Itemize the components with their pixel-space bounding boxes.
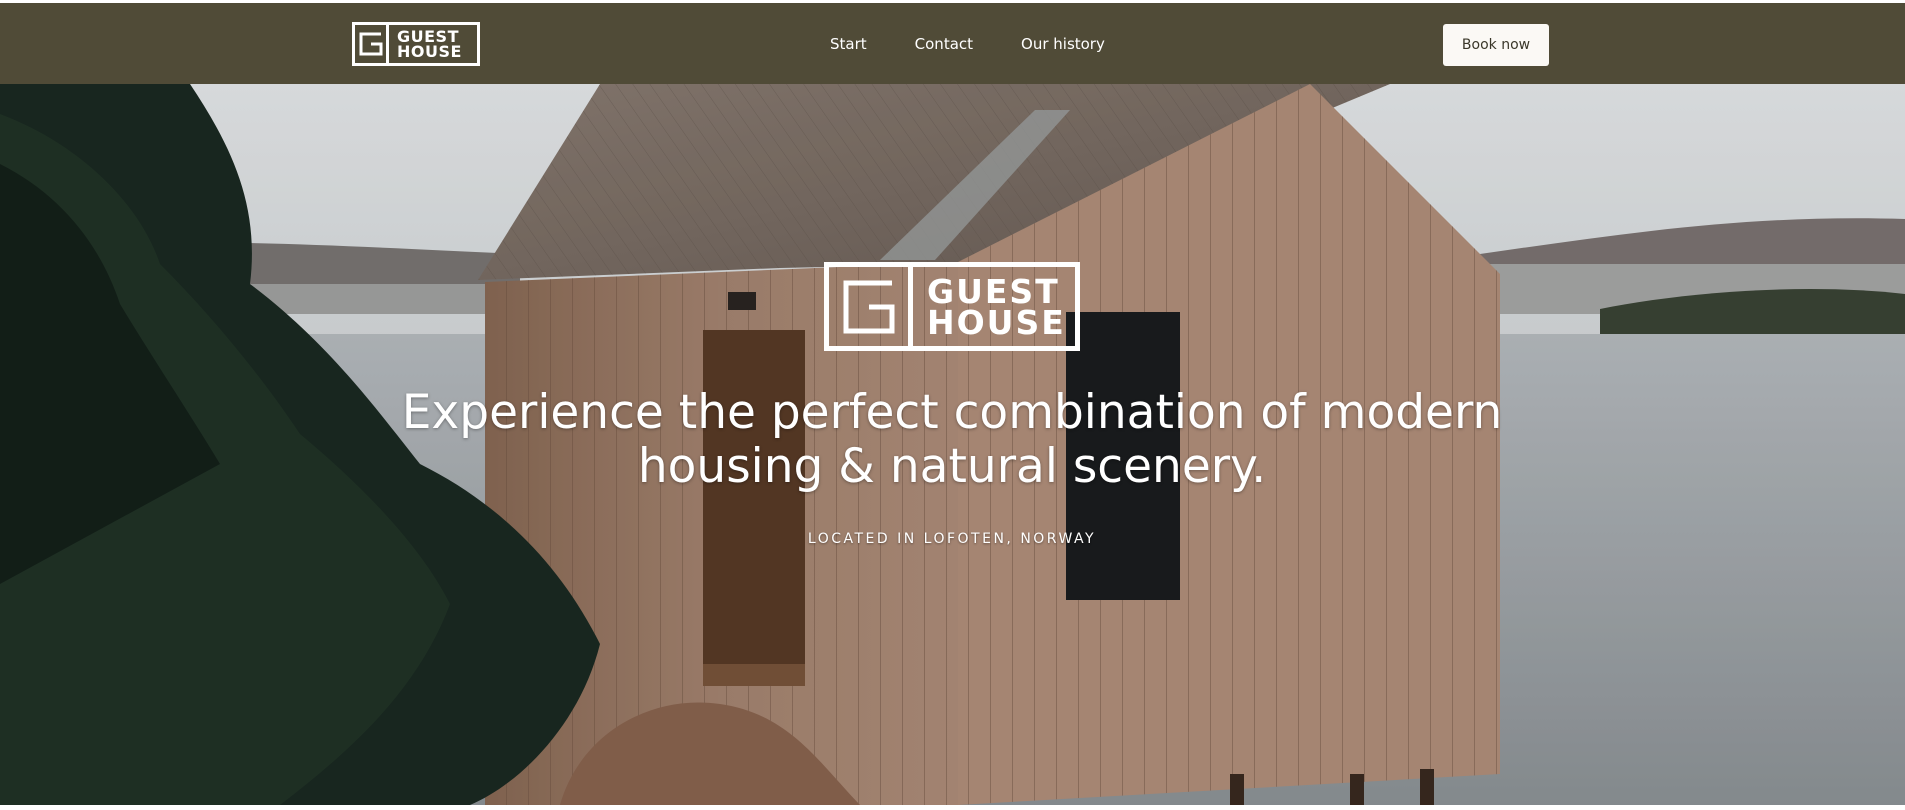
hero-location: LOCATED IN LOFOTEN, NORWAY <box>807 531 1097 547</box>
hero-logo: GUEST HOUSE <box>824 262 1080 351</box>
nav-our-history[interactable]: Our history <box>1021 35 1105 53</box>
book-now-button[interactable]: Book now <box>1443 24 1549 66</box>
hero-logo-g-icon <box>829 267 913 346</box>
main-nav: Start Contact Our history <box>830 35 1105 53</box>
header-logo[interactable]: GUEST HOUSE <box>352 22 480 66</box>
hero-logo-line-2: HOUSE <box>927 302 1066 342</box>
site-header: GUEST HOUSE Start Contact Our history Bo… <box>0 3 1905 84</box>
nav-contact[interactable]: Contact <box>915 35 973 53</box>
page: GUEST HOUSE Start Contact Our history Bo… <box>0 0 1905 810</box>
hero-section: GUEST HOUSE Experience the perfect combi… <box>0 84 1905 805</box>
hero-logo-line-1: GUEST <box>927 271 1060 311</box>
nav-start[interactable]: Start <box>830 35 867 53</box>
logo-line-2: HOUSE <box>397 42 462 61</box>
headline-line-1: Experience the perfect combination of mo… <box>401 385 1503 440</box>
headline-line-2: housing & natural scenery. <box>637 439 1267 494</box>
hero-headline: Experience the perfect combination of mo… <box>352 386 1552 494</box>
logo-g-icon <box>355 25 389 63</box>
